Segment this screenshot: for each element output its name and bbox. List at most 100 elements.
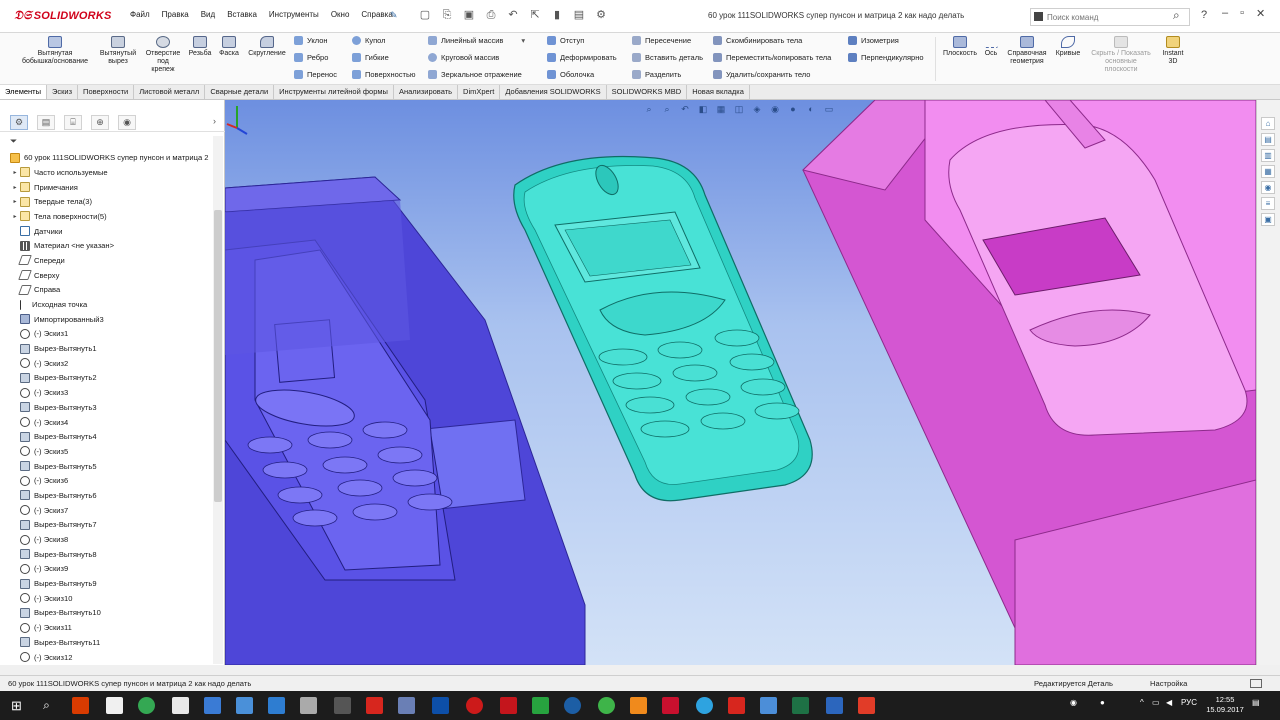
taskbar-photos-icon[interactable]: [236, 697, 253, 714]
view-settings-icon[interactable]: ▭: [823, 103, 835, 115]
tree-item[interactable]: ▸ Тела поверхности(5): [0, 209, 212, 224]
draft-button[interactable]: Уклон: [294, 36, 328, 45]
reference-geometry-button[interactable]: Справочная геометрия: [1002, 36, 1052, 66]
menu-view[interactable]: Вид: [195, 10, 221, 19]
windows-start-icon[interactable]: ⊞: [8, 697, 25, 714]
appearances-icon[interactable]: ◉: [1261, 181, 1275, 194]
search-icon[interactable]: ⌕: [1173, 8, 1180, 23]
flex-button[interactable]: Гибкие: [352, 53, 389, 62]
taskbar-app7-icon[interactable]: [532, 697, 549, 714]
configuration-manager-tab-icon[interactable]: ⌸: [64, 115, 82, 130]
restore-icon[interactable]: ▫: [1240, 7, 1244, 20]
tree-item[interactable]: Вырез-Вытянуть10: [0, 606, 212, 621]
resources-icon[interactable]: ▤: [1261, 133, 1275, 146]
tab-surfaces[interactable]: Поверхности: [78, 85, 135, 99]
notifications-icon[interactable]: ▤: [1252, 698, 1260, 707]
extruded-boss-button[interactable]: Вытянутая бобышка/основание: [16, 36, 94, 66]
dimxpert-tab-icon[interactable]: ⊕: [91, 115, 109, 130]
tray-chevron-icon[interactable]: ^: [1140, 698, 1144, 707]
taskbar-tool-icon[interactable]: [300, 697, 317, 714]
hide-show-items-icon[interactable]: ◉: [769, 103, 781, 115]
status-configuration[interactable]: Настройка: [1150, 679, 1187, 688]
tree-item[interactable]: (-) Эскиз8: [0, 532, 212, 547]
move-copy-body-button[interactable]: Переместить/копировать тела: [713, 53, 831, 62]
taskbar-app10-icon[interactable]: [760, 697, 777, 714]
acrobat-icon[interactable]: [728, 697, 745, 714]
close-icon[interactable]: ✕: [1256, 7, 1265, 20]
excel-icon[interactable]: [792, 697, 809, 714]
dynamic-annotation-icon[interactable]: ▦: [715, 103, 727, 115]
expand-arrow-icon[interactable]: ▸: [10, 198, 20, 205]
tab-mold-tools[interactable]: Инструменты литейной формы: [274, 85, 394, 99]
tree-item[interactable]: ▸ Часто используемые: [0, 165, 212, 180]
pin-icon[interactable]: ✎: [390, 10, 398, 21]
fillet-button[interactable]: Скругление: [244, 36, 290, 58]
rib-button[interactable]: Ребро: [294, 53, 328, 62]
taskbar-word-icon[interactable]: [268, 697, 285, 714]
property-manager-tab-icon[interactable]: ▤: [37, 115, 55, 130]
minimize-icon[interactable]: –: [1222, 7, 1228, 20]
taskbar-explorer-icon[interactable]: [204, 697, 221, 714]
tree-item[interactable]: (-) Эскиз4: [0, 415, 212, 430]
tree-item[interactable]: Вырез-Вытянуть6: [0, 488, 212, 503]
select-icon[interactable]: ⇱: [528, 8, 542, 22]
microphone-icon[interactable]: ●: [1100, 698, 1105, 707]
delete-keep-body-button[interactable]: Удалить/сохранить тело: [713, 70, 810, 79]
tab-weldments[interactable]: Сварные детали: [205, 85, 275, 99]
menu-window[interactable]: Окно: [325, 10, 356, 19]
linear-pattern-button[interactable]: Линейный массив ▾: [428, 36, 525, 45]
tree-item[interactable]: Справа: [0, 283, 212, 298]
tree-item[interactable]: (-) Эскиз9: [0, 562, 212, 577]
section-view-icon[interactable]: ◧: [697, 103, 709, 115]
clock[interactable]: 12:55 15.09.2017: [1205, 695, 1245, 715]
view-orientation-icon[interactable]: ◫: [733, 103, 745, 115]
search-scope-icon[interactable]: [1034, 12, 1043, 21]
vlc-icon[interactable]: [630, 697, 647, 714]
menu-tools[interactable]: Инструменты: [263, 10, 325, 19]
tree-item[interactable]: (-) Эскиз6: [0, 473, 212, 488]
chrome-icon[interactable]: [138, 697, 155, 714]
file-explorer-icon[interactable]: ▦: [1261, 165, 1275, 178]
zoom-area-icon[interactable]: ⌕: [661, 103, 673, 115]
display-manager-tab-icon[interactable]: ◉: [118, 115, 136, 130]
combine-button[interactable]: Скомбинировать тела: [713, 36, 802, 45]
menu-file[interactable]: Файл: [124, 10, 156, 19]
thicken-button[interactable]: Поверхностью: [352, 70, 416, 79]
taskbar-app-icon[interactable]: [72, 697, 89, 714]
undo-icon[interactable]: ↶: [506, 8, 520, 22]
tree-item[interactable]: Вырез-Вытянуть1: [0, 341, 212, 356]
pdf-icon[interactable]: [366, 697, 383, 714]
filter-icon[interactable]: ⏷: [10, 136, 17, 147]
tab-sketch[interactable]: Эскиз: [47, 85, 79, 99]
linear-pattern-dropdown-icon[interactable]: ▾: [521, 36, 525, 45]
hide-show-planes-button[interactable]: Скрыть / Показать основные плоскости: [1086, 36, 1156, 74]
insert-part-button[interactable]: Вставить деталь: [632, 53, 703, 62]
tree-item[interactable]: Вырез-Вытянуть7: [0, 518, 212, 533]
tab-evaluate[interactable]: Анализировать: [394, 85, 459, 99]
taskbar-app4-icon[interactable]: [432, 697, 449, 714]
isometric-button[interactable]: Изометрия: [848, 36, 899, 45]
tree-item[interactable]: (-) Эскиз3: [0, 385, 212, 400]
tab-dimxpert[interactable]: DimXpert: [458, 85, 501, 99]
display-style-icon[interactable]: ◈: [751, 103, 763, 115]
feature-manager-tab-icon[interactable]: ⚙: [10, 115, 28, 130]
edit-appearance-icon[interactable]: ●: [787, 103, 799, 115]
thread-button[interactable]: Резьба: [186, 36, 214, 58]
open-icon[interactable]: ⎘: [440, 8, 454, 22]
tab-features[interactable]: Элементы: [0, 85, 47, 99]
chamfer-button[interactable]: Фаска: [216, 36, 242, 58]
tree-item[interactable]: (-) Эскиз12: [0, 650, 212, 665]
shell-button[interactable]: Оболочка: [547, 70, 594, 79]
rebuild-icon[interactable]: ▮: [550, 8, 564, 22]
plane-button[interactable]: Плоскость: [940, 36, 980, 58]
solidworks-taskbar-icon[interactable]: [662, 697, 679, 714]
tree-item[interactable]: (-) Эскиз5: [0, 444, 212, 459]
tree-item[interactable]: Вырез-Вытянуть3: [0, 400, 212, 415]
taskbar-app3-icon[interactable]: [398, 697, 415, 714]
home-icon[interactable]: ⌂: [1261, 117, 1275, 130]
taskbar-app12-icon[interactable]: [858, 697, 875, 714]
graphics-area[interactable]: ⌕ ⌕ ↶ ◧ ▦ ◫ ◈ ◉ ● ◐ ▭: [225, 100, 1256, 665]
tree-item[interactable]: Сверху: [0, 268, 212, 283]
tree-item[interactable]: Вырез-Вытянуть4: [0, 429, 212, 444]
tree-item[interactable]: Вырез-Вытянуть9: [0, 576, 212, 591]
